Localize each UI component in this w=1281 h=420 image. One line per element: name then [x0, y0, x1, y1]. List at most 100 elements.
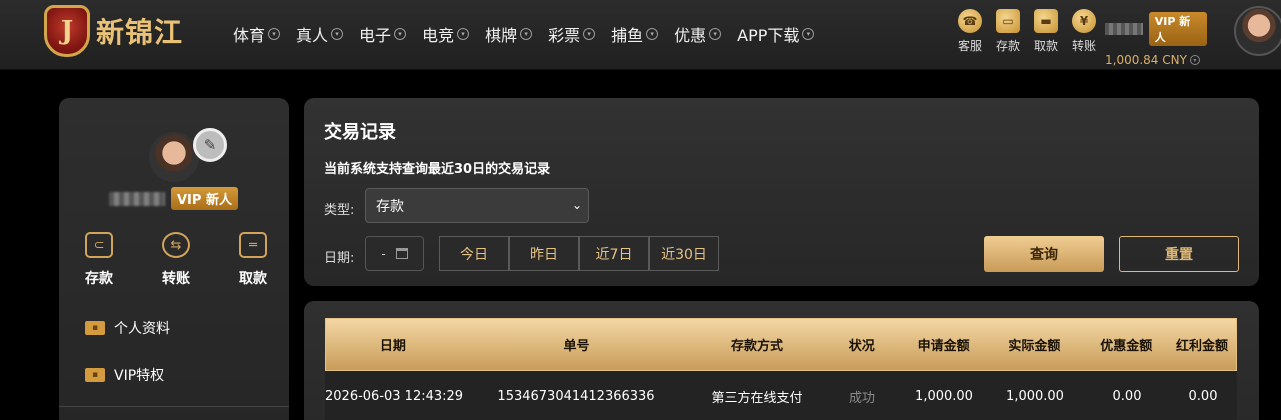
- table-row: 2026-06-03 12:43:29 1534673041412366336 …: [325, 371, 1237, 420]
- avatar[interactable]: [1234, 6, 1281, 56]
- chevron-down-icon: ▾: [583, 28, 596, 40]
- sidebar-action-label: 存款: [85, 271, 113, 287]
- vip-badge: VIP 新人: [1148, 12, 1207, 46]
- vip-badge: VIP 新人: [171, 187, 238, 210]
- wallet-icon: ⊂: [85, 232, 113, 258]
- nav-label: 真人: [296, 26, 329, 45]
- sidebar-transfer-button[interactable]: ⇆ 转账: [158, 232, 194, 288]
- nav-item-app-download[interactable]: APP下载 ▾: [737, 22, 815, 46]
- chevron-down-icon: ▾: [520, 28, 533, 40]
- type-select-value: 存款: [376, 198, 404, 215]
- username-blurred: [109, 192, 165, 206]
- chevron-down-icon: ▾: [1189, 55, 1200, 65]
- column-header: 日期: [379, 339, 406, 354]
- nav-label: APP下载: [737, 26, 800, 45]
- table-cell-requested-amount: 1,000.00: [915, 388, 973, 404]
- sidebar-action-label: 转账: [162, 271, 190, 287]
- username-blurred: [1105, 23, 1143, 35]
- range-7days-button[interactable]: 近7日: [579, 236, 649, 271]
- nav-label: 电竞: [422, 26, 455, 45]
- main-nav: 体育 ▾ 真人 ▾ 电子 ▾ 电竞 ▾ 棋牌 ▾ 彩票 ▾ 捕鱼 ▾ 优惠 ▾ APP下载 ▾: [233, 22, 830, 46]
- table-header: 日期 单号 存款方式 状况 申请金额 实际金额 优惠金额 红利金额: [325, 318, 1237, 371]
- page-title: 交易记录: [324, 122, 396, 143]
- calendar-icon: [395, 248, 408, 259]
- column-header: 申请金额: [917, 339, 970, 354]
- column-header: 优惠金额: [1100, 339, 1153, 354]
- table-cell-discount-amount: 0.00: [1112, 388, 1142, 404]
- date-label: 日期:: [324, 251, 355, 266]
- nav-label: 捕鱼: [611, 26, 644, 45]
- nav-item-sports[interactable]: 体育 ▾: [233, 22, 281, 46]
- sidebar-deposit-button[interactable]: ⊂ 存款: [81, 232, 117, 288]
- nav-item-cards[interactable]: 棋牌 ▾: [485, 22, 533, 46]
- transfer-icon: ⇆: [162, 232, 190, 258]
- table-cell-status: 成功: [848, 390, 875, 406]
- account-sidebar: ✎ VIP 新人 ⊂ 存款 ⇆ 转账 ═ 取款 ▪ 个人资料 ▪ VIP特权: [59, 98, 289, 420]
- type-label: 类型:: [324, 203, 355, 218]
- table-cell-order-number: 1534673041412366336: [497, 388, 655, 404]
- quick-action-withdraw[interactable]: ▬ 取款: [1031, 9, 1061, 54]
- nav-item-live[interactable]: 真人 ▾: [296, 22, 344, 46]
- column-header: 单号: [563, 339, 590, 354]
- column-header: 实际金额: [1008, 339, 1061, 354]
- sidebar-item-vip[interactable]: ▪ VIP特权: [85, 365, 164, 385]
- chevron-down-icon: ▾: [268, 28, 281, 40]
- top-header: J 新锦江 体育 ▾ 真人 ▾ 电子 ▾ 电竞 ▾ 棋牌 ▾ 彩票 ▾ 捕鱼 ▾ 优惠 ▾ AP…: [0, 0, 1281, 70]
- page-subtitle: 当前系统支持查询最近30日的交易记录: [324, 162, 551, 177]
- range-today-button[interactable]: 今日: [439, 236, 509, 271]
- vip-card-icon: ▪: [85, 368, 105, 382]
- range-30days-button[interactable]: 近30日: [649, 236, 719, 271]
- logo-text: 新锦江: [96, 16, 184, 49]
- table-cell-method: 第三方在线支付: [711, 390, 803, 406]
- chevron-down-icon: ▾: [394, 28, 407, 40]
- chevron-down-icon: ⌄: [571, 198, 582, 212]
- nav-item-lottery[interactable]: 彩票 ▾: [548, 22, 596, 46]
- quick-action-support[interactable]: ☎ 客服: [955, 9, 985, 54]
- table-cell-actual-amount: 1,000.00: [1006, 388, 1064, 404]
- nav-label: 电子: [359, 26, 392, 45]
- quick-actions: ☎ 客服 ▭ 存款 ▬ 取款 ¥ 转账: [955, 9, 1107, 54]
- avatar: [149, 132, 199, 182]
- sidebar-item-label: 个人资料: [114, 321, 170, 337]
- logo-badge-icon: J: [44, 5, 90, 57]
- transaction-table: 日期 单号 存款方式 状况 申请金额 实际金额 优惠金额 红利金额 2026-0…: [325, 318, 1237, 420]
- nav-item-esports[interactable]: 电竞 ▾: [422, 22, 470, 46]
- divider: [59, 406, 289, 407]
- nav-label: 棋牌: [485, 26, 518, 45]
- column-header: 状况: [848, 339, 875, 354]
- nav-label: 优惠: [674, 26, 707, 45]
- quick-action-label: 存款: [995, 39, 1020, 53]
- card-icon: ═: [239, 232, 267, 258]
- range-yesterday-button[interactable]: 昨日: [509, 236, 579, 271]
- sidebar-item-profile[interactable]: ▪ 个人资料: [85, 318, 170, 338]
- reset-button[interactable]: 重置: [1119, 236, 1239, 272]
- quick-action-deposit[interactable]: ▭ 存款: [993, 9, 1023, 54]
- type-select[interactable]: 存款 ⌄: [365, 188, 589, 223]
- nav-item-slots[interactable]: 电子 ▾: [359, 22, 407, 46]
- nav-item-promotions[interactable]: 优惠 ▾: [674, 22, 722, 46]
- balance-amount: 1,000.84 CNY: [1105, 53, 1187, 67]
- column-header: 红利金额: [1176, 339, 1229, 354]
- query-button[interactable]: 查询: [984, 236, 1104, 272]
- chevron-down-icon: ▾: [457, 28, 470, 40]
- sidebar-item-label: VIP特权: [114, 368, 165, 384]
- nav-label: 彩票: [548, 26, 581, 45]
- sidebar-withdraw-button[interactable]: ═ 取款: [235, 232, 271, 288]
- date-range-input[interactable]: -: [365, 236, 424, 271]
- balance: 1,000.84 CNY ▾: [1105, 53, 1225, 67]
- user-summary[interactable]: VIP 新人 1,000.84 CNY ▾: [1105, 12, 1225, 67]
- quick-action-label: 转账: [1071, 39, 1096, 53]
- sidebar-actions: ⊂ 存款 ⇆ 转账 ═ 取款: [81, 232, 271, 288]
- nav-item-fishing[interactable]: 捕鱼 ▾: [611, 22, 659, 46]
- transaction-query-panel: 交易记录 当前系统支持查询最近30日的交易记录 类型: 存款 ⌄ 日期: - 今…: [304, 98, 1259, 286]
- edit-profile-icon[interactable]: ✎: [193, 128, 227, 162]
- table-cell-bonus-amount: 0.00: [1188, 388, 1218, 404]
- site-logo[interactable]: J 新锦江: [44, 5, 183, 57]
- quick-action-label: 客服: [957, 39, 982, 53]
- quick-action-transfer[interactable]: ¥ 转账: [1069, 9, 1099, 54]
- transaction-table-panel: 日期 单号 存款方式 状况 申请金额 实际金额 优惠金额 红利金额 2026-0…: [304, 301, 1259, 420]
- chevron-down-icon: ▾: [802, 28, 815, 40]
- sidebar-action-label: 取款: [239, 271, 267, 287]
- quick-action-label: 取款: [1033, 39, 1058, 53]
- column-header: 存款方式: [731, 339, 784, 354]
